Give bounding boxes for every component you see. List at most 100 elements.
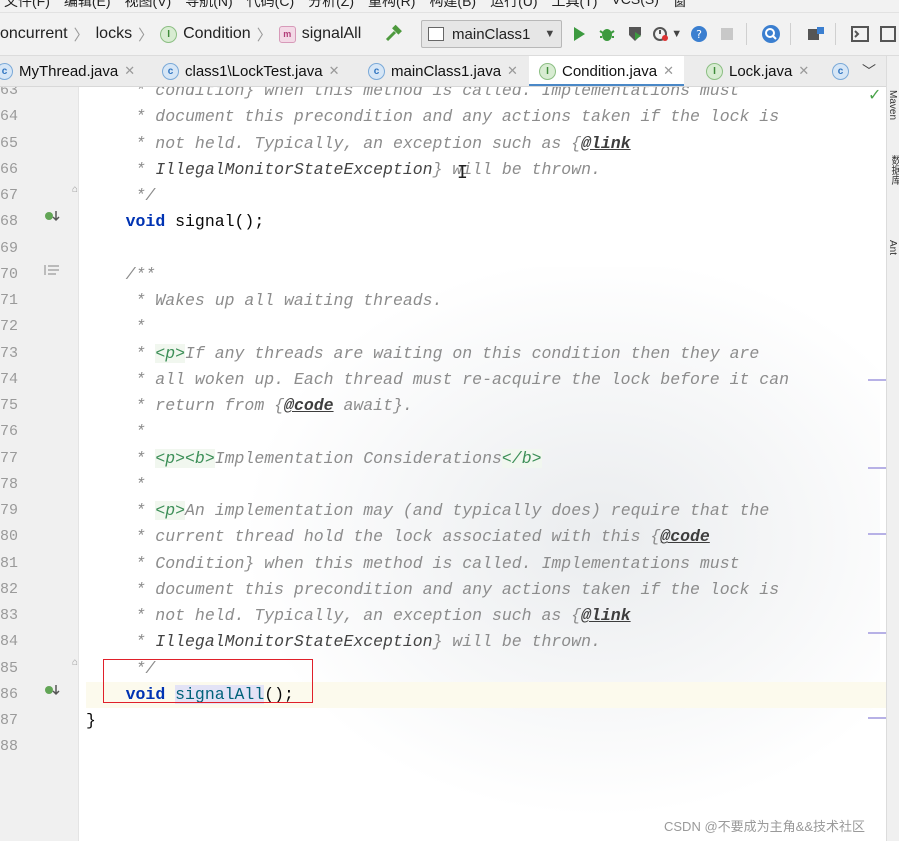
line-number: 76	[0, 423, 18, 441]
stop-icon[interactable]	[716, 21, 738, 47]
line-number: 79	[0, 502, 18, 519]
chevron-down-icon: ▼	[544, 28, 556, 40]
coverage-icon[interactable]	[624, 21, 646, 47]
code-editor[interactable]: 63 64 65 66 67 68 69 70 71 72 73 74 75 76 77 78 79 80 81 82…	[0, 87, 899, 841]
chevron-down-icon[interactable]: ▼	[671, 28, 682, 40]
menu-item[interactable]: 分析(Z)	[308, 0, 354, 11]
line-number: 71	[0, 292, 18, 309]
help-icon[interactable]: ?	[688, 21, 710, 47]
scrollbar-marker[interactable]	[868, 467, 886, 469]
fold-icon[interactable]: ⌂	[72, 657, 78, 668]
close-icon[interactable]: ✕	[663, 63, 674, 79]
code-line: * current thread hold the lock associate…	[86, 527, 710, 547]
menu-item[interactable]: 窗	[673, 0, 687, 11]
method-icon: m	[278, 25, 296, 43]
tab-lock[interactable]: I Lock.java ✕	[706, 56, 809, 86]
code-line: *	[86, 474, 146, 494]
code-line: * not held. Typically, an exception such…	[86, 133, 631, 153]
breadcrumb-item-signalall[interactable]: signalAll	[302, 25, 362, 43]
line-number: 84	[0, 633, 18, 651]
tab-list-dropdown[interactable]: ﹀	[862, 56, 876, 86]
menu-item[interactable]: 运行(U)	[490, 0, 537, 11]
code-line: */	[86, 186, 156, 205]
line-number: 83	[0, 607, 18, 624]
menu-item[interactable]: 工具(T)	[552, 0, 598, 11]
line-number: 74	[0, 370, 18, 388]
chevron-down-icon: ﹀	[862, 63, 876, 79]
build-hammer-icon[interactable]	[383, 21, 405, 47]
maven-tool-button[interactable]: Maven	[887, 90, 898, 120]
render-doc-icon[interactable]	[44, 263, 60, 282]
menu-item[interactable]: VCS(S)	[611, 0, 658, 11]
breadcrumb-item-locks[interactable]: locks	[96, 25, 132, 43]
code-line: * Wakes up all waiting threads.	[86, 291, 443, 310]
scrollbar-marker[interactable]	[868, 632, 886, 634]
tab-condition[interactable]: I Condition.java ✕	[529, 56, 684, 86]
tab-locktest[interactable]: c class1\LockTest.java ✕	[162, 56, 339, 86]
close-icon[interactable]: ✕	[124, 63, 135, 79]
layout-icon[interactable]	[877, 21, 899, 47]
scrollbar-marker[interactable]	[868, 379, 886, 381]
code-line: * IllegalMonitorStateException} will be …	[86, 632, 601, 652]
line-number: 82	[0, 580, 18, 598]
debug-icon[interactable]	[596, 21, 618, 47]
fold-icon[interactable]: ⌂	[72, 184, 78, 195]
close-icon[interactable]: ✕	[507, 63, 518, 79]
line-numbers: 63 64 65 66 67 68 69 70 71 72 73 74 75 76 77 78 79 80 81 82…	[0, 87, 18, 761]
project-structure-icon[interactable]	[805, 21, 827, 47]
menu-item[interactable]: 编辑(E)	[64, 0, 111, 11]
code-line: * <p>If any threads are waiting on this …	[86, 343, 760, 363]
code-line: * Condition} when this method is called.…	[86, 553, 740, 573]
application-icon	[428, 27, 445, 41]
chevron-right-icon: 〉	[138, 26, 154, 44]
menu-item[interactable]: 导航(N)	[185, 0, 232, 11]
breadcrumb-item-package[interactable]: oncurrent	[0, 25, 68, 43]
close-icon[interactable]: ✕	[329, 63, 340, 79]
line-number: 70	[0, 265, 18, 283]
code-line: * return from {@code await}.	[86, 396, 413, 415]
line-number: 66	[0, 160, 18, 178]
navigation-bar: oncurrent 〉 locks 〉 I Condition 〉 m sign…	[0, 13, 899, 56]
line-number: 68	[0, 213, 18, 231]
database-tool-button[interactable]: 数据库	[887, 155, 899, 185]
code-line: * condition} when this method is called.…	[86, 87, 740, 100]
line-number: 72	[0, 318, 18, 336]
editor-gutter: 63 64 65 66 67 68 69 70 71 72 73 74 75 76 77 78 79 80 81 82…	[0, 87, 79, 841]
interface-icon: I	[539, 62, 556, 80]
run-configuration-select[interactable]: mainClass1 ▼	[421, 20, 563, 48]
chevron-right-icon: 〉	[256, 26, 272, 44]
menu-item[interactable]: 视图(V)	[125, 0, 172, 11]
tab-overflow-class[interactable]: c	[832, 56, 855, 86]
menu-bar: 文件(F) 编辑(E) 视图(V) 导航(N) 代码(C) 分析(Z) 重构(R) 构建(B)…	[0, 0, 899, 13]
scrollbar-marker[interactable]	[868, 533, 886, 535]
implemented-icon[interactable]	[44, 209, 60, 228]
inspection-ok-icon[interactable]: ✓	[868, 87, 881, 105]
close-icon[interactable]: ✕	[798, 63, 809, 79]
search-everywhere-icon[interactable]	[760, 21, 782, 47]
code-line: * document this precondition and any act…	[86, 579, 780, 599]
scrollbar-marker[interactable]	[868, 717, 886, 719]
run-icon[interactable]	[568, 21, 590, 47]
tab-mythread[interactable]: c MyThread.java ✕	[0, 56, 135, 86]
implemented-icon[interactable]	[44, 683, 60, 702]
breadcrumb-item-condition[interactable]: Condition	[183, 25, 251, 43]
line-number: 64	[0, 108, 18, 126]
code-line: * not held. Typically, an exception such…	[86, 606, 631, 625]
menu-item[interactable]: 构建(B)	[429, 0, 476, 11]
line-number: 80	[0, 528, 18, 546]
line-number: 81	[0, 554, 18, 572]
tab-label: mainClass1.java	[391, 62, 502, 80]
line-number: 77	[0, 449, 18, 467]
ant-tool-button[interactable]: Ant	[887, 240, 898, 255]
code-line: void signal();	[125, 212, 265, 232]
toolbar-divider	[790, 23, 791, 45]
menu-item[interactable]: 重构(R)	[368, 0, 415, 11]
tab-mainclass1[interactable]: c mainClass1.java ✕	[368, 56, 518, 86]
annotation-highlight-box	[103, 659, 313, 703]
svg-text:?: ?	[696, 28, 702, 41]
menu-item[interactable]: 文件(F)	[4, 0, 50, 11]
terminal-icon[interactable]	[850, 21, 872, 47]
profile-icon[interactable]	[652, 21, 674, 47]
menu-item[interactable]: 代码(C)	[247, 0, 294, 11]
